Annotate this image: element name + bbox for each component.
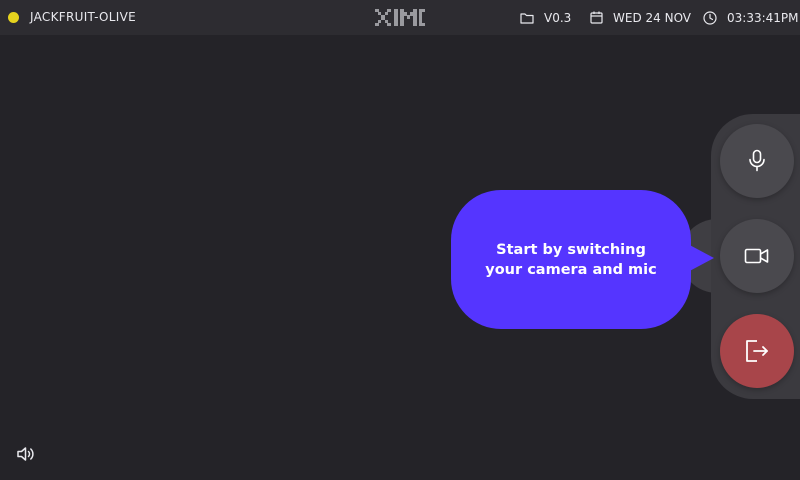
clock-icon xyxy=(703,10,717,25)
camera-button[interactable] xyxy=(720,219,794,293)
folder-icon xyxy=(520,12,534,24)
time-text: 03:33:41PM xyxy=(727,10,799,25)
top-bar: JACKFRUIT-OLIVE V0.3 WED 24 NOV 03:33:41… xyxy=(0,0,800,35)
onboarding-tooltip: Start by switching your camera and mic xyxy=(451,190,691,329)
tooltip-line-1: Start by switching xyxy=(496,241,646,258)
ximi-logo-icon xyxy=(375,9,425,26)
date-text: WED 24 NOV xyxy=(613,10,692,25)
date-info: WED 24 NOV xyxy=(590,9,691,26)
video-camera-icon xyxy=(744,248,769,264)
microphone-button[interactable] xyxy=(720,124,794,198)
calendar-icon xyxy=(590,11,603,24)
device-name: JACKFRUIT-OLIVE xyxy=(30,10,136,24)
version-text: V0.3 xyxy=(544,10,572,25)
microphone-icon xyxy=(749,149,765,172)
app-screen: JACKFRUIT-OLIVE V0.3 WED 24 NOV 03:33:41… xyxy=(0,0,800,480)
status-indicator-icon xyxy=(8,12,19,23)
time-info: 03:33:41PM xyxy=(703,9,798,26)
version-info: V0.3 xyxy=(520,9,571,26)
tooltip-line-2: your camera and mic xyxy=(485,261,657,278)
exit-icon xyxy=(746,340,768,362)
speaker-icon[interactable] xyxy=(16,446,36,462)
leave-button[interactable] xyxy=(720,314,794,388)
tooltip-text: Start by switching your camera and mic xyxy=(471,240,671,280)
